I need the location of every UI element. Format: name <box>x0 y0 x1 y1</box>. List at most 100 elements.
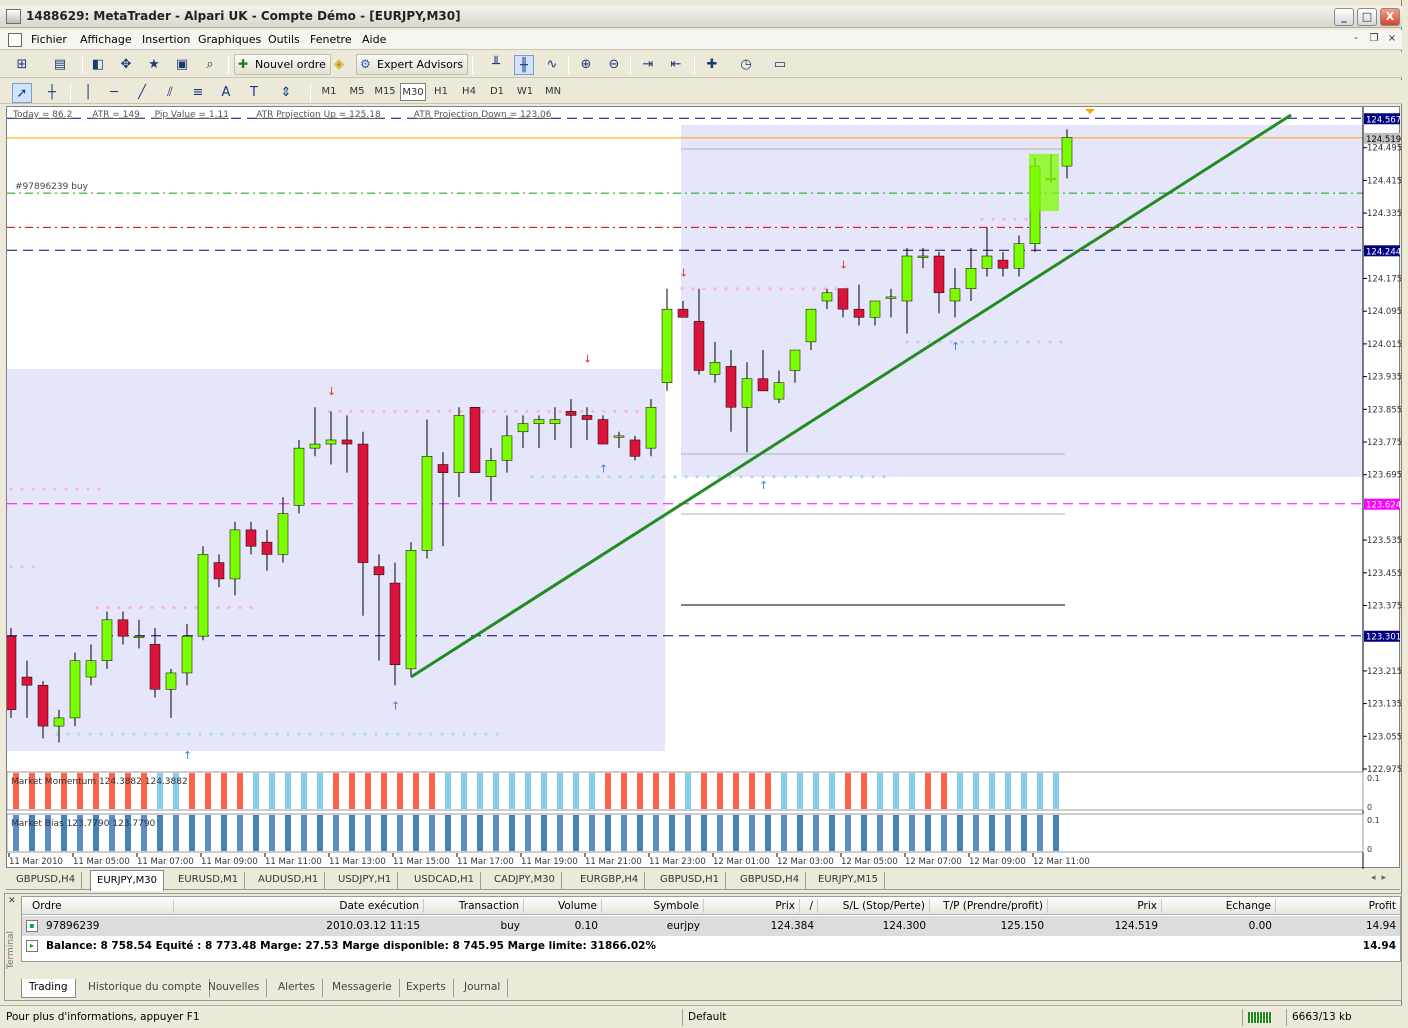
chart-shift-marker-icon <box>1085 109 1095 114</box>
line-chart-icon[interactable]: ∿ <box>542 55 562 75</box>
session-zone <box>7 369 665 751</box>
menu-outils[interactable]: Outils <box>268 33 300 46</box>
maximize-button[interactable]: □ <box>1357 8 1377 26</box>
chart-window[interactable]: ↓ ↓ ↓ ↓ ↑ ↑ ↑ ↑ ↑ Today = 86.2 ATR = 149 Pip Value … <box>6 106 1401 869</box>
column-transaction[interactable]: Transaction <box>424 899 524 913</box>
equidistant-channel-icon[interactable]: ⫽ <box>160 83 180 103</box>
menu-fichier[interactable]: Fichier <box>31 33 67 46</box>
chart-tab[interactable]: CADJPY,M30 <box>488 872 562 890</box>
chart-tab-active[interactable]: EURJPY,M30 <box>90 870 164 891</box>
expert-advisors-button[interactable]: ⚙ Expert Advisors <box>356 54 469 75</box>
column-profit[interactable]: Profit <box>1276 899 1400 913</box>
text-icon[interactable]: A <box>216 83 236 103</box>
horizontal-line-icon[interactable]: ─ <box>104 83 124 103</box>
column-ordre[interactable]: Ordre <box>28 899 174 913</box>
indicators-icon[interactable]: ✚ <box>702 55 722 75</box>
order-row[interactable]: ▪ 97896239 2010.03.12 11:15 buy 0.10 eur… <box>22 916 1400 936</box>
timeframe-m15[interactable]: M15 <box>372 83 398 101</box>
tab-alertes[interactable]: Alertes <box>271 979 323 997</box>
vertical-line-icon[interactable]: │ <box>78 83 98 103</box>
bar-chart-icon[interactable]: ╨ <box>486 55 506 75</box>
market-watch-icon[interactable]: ◧ <box>88 55 108 75</box>
column-date[interactable]: Date exécution <box>174 899 424 913</box>
candle-body <box>133 635 145 638</box>
price-box-label: 123.624 <box>1366 501 1401 511</box>
chart-tab[interactable]: GBPUSD,H4 <box>734 872 807 890</box>
column-separator: / <box>800 899 818 913</box>
column-symbole[interactable]: Symbole <box>602 899 704 913</box>
trendline-icon[interactable]: ╱ <box>132 83 152 103</box>
mdi-close-button[interactable]: × <box>1384 32 1400 47</box>
periods-icon[interactable]: ◷ <box>736 55 756 75</box>
status-profile[interactable]: Default <box>688 1010 726 1024</box>
column-volume[interactable]: Volume <box>524 899 602 913</box>
menu-aide[interactable]: Aide <box>362 33 386 46</box>
indicator-dot <box>220 732 224 736</box>
text-label-icon[interactable]: T <box>244 83 264 103</box>
column-echange[interactable]: Echange <box>1162 899 1276 913</box>
indicator-bar <box>765 773 771 809</box>
cursor-icon[interactable]: ➚ <box>12 83 32 103</box>
tab-experts[interactable]: Experts <box>399 979 454 997</box>
minimize-button[interactable]: _ <box>1334 8 1354 26</box>
new-order-button[interactable]: ✚ Nouvel ordre <box>234 54 331 75</box>
crosshair-icon[interactable]: ┼ <box>42 83 62 103</box>
timeframe-h1[interactable]: H1 <box>428 83 454 101</box>
timeframe-m1[interactable]: M1 <box>316 83 342 101</box>
chart-tab[interactable]: EURUSD,M1 <box>172 872 246 890</box>
tab-trading[interactable]: Trading <box>21 979 76 998</box>
favorites-icon[interactable]: ★ <box>144 55 164 75</box>
tab-historique[interactable]: Historique du compte <box>81 979 210 997</box>
menu-graphiques[interactable]: Graphiques <box>198 33 261 46</box>
zoom-out-icon[interactable]: ⊖ <box>604 55 624 75</box>
column-tp[interactable]: T/P (Prendre/profit) <box>930 899 1048 913</box>
timeframe-d1[interactable]: D1 <box>484 83 510 101</box>
timeframe-mn[interactable]: MN <box>540 83 566 101</box>
timeframe-w1[interactable]: W1 <box>512 83 538 101</box>
candlestick-chart-icon[interactable]: ╫ <box>514 55 534 75</box>
indicator-bar <box>477 815 483 851</box>
menu-fenetre[interactable]: Fenetre <box>310 33 352 46</box>
indicator-dot <box>662 475 666 479</box>
mdi-minimize-button[interactable]: - <box>1348 32 1364 47</box>
chart-shift-icon[interactable]: ⇤ <box>666 55 686 75</box>
chart-tab[interactable]: AUDUSD,H1 <box>252 872 326 890</box>
chart-tab[interactable]: GBPUSD,H4 <box>10 872 83 890</box>
indicator-dot <box>462 732 466 736</box>
tab-nouvelles[interactable]: Nouvelles <box>201 979 268 997</box>
metaeditor-icon[interactable]: ◈ <box>329 55 349 75</box>
price-chart[interactable]: ↓ ↓ ↓ ↓ ↑ ↑ ↑ ↑ ↑ Today = 86.2 ATR = 149 Pip Value … <box>7 107 1401 869</box>
autoscroll-icon[interactable]: ⇥ <box>638 55 658 75</box>
fibonacci-icon[interactable]: ≡ <box>188 83 208 103</box>
chart-tab[interactable]: GBPUSD,H1 <box>654 872 727 890</box>
templates-icon[interactable]: ▭ <box>770 55 790 75</box>
profiles-icon[interactable]: ▤ <box>50 55 70 75</box>
tab-journal[interactable]: Journal <box>457 979 509 997</box>
indicator-dot <box>75 487 79 491</box>
indicator-bar <box>1037 773 1043 809</box>
menu-affichage[interactable]: Affichage <box>80 33 132 46</box>
navigator-icon[interactable]: ✥ <box>116 55 136 75</box>
timeframe-h4[interactable]: H4 <box>456 83 482 101</box>
timeframe-m5[interactable]: M5 <box>344 83 370 101</box>
column-prix-current[interactable]: Prix <box>1048 899 1162 913</box>
chart-tab[interactable]: EURGBP,H4 <box>574 872 646 890</box>
menu-insertion[interactable]: Insertion <box>142 33 190 46</box>
column-sl[interactable]: S/L (Stop/Perte) <box>818 899 930 913</box>
document-icon[interactable] <box>8 33 22 47</box>
tab-scroll-arrows[interactable]: ◂▸ <box>1371 873 1392 883</box>
new-chart-icon[interactable]: ⊞ <box>12 55 32 75</box>
strategy-tester-icon[interactable]: ⌕ <box>200 55 220 75</box>
timeframe-m30[interactable]: M30 <box>400 83 426 101</box>
arrows-icon[interactable]: ⇕ <box>276 83 296 103</box>
indicator-bar <box>989 773 995 809</box>
zoom-in-icon[interactable]: ⊕ <box>576 55 596 75</box>
chart-tab[interactable]: USDJPY,H1 <box>332 872 399 890</box>
tab-messagerie[interactable]: Messagerie <box>325 979 400 997</box>
terminal-window-icon[interactable]: ▣ <box>172 55 192 75</box>
column-prix[interactable]: Prix <box>704 899 800 913</box>
close-button[interactable]: X <box>1380 8 1400 26</box>
chart-tab[interactable]: EURJPY,M15 <box>812 872 885 890</box>
mdi-restore-button[interactable]: ❐ <box>1366 32 1382 47</box>
chart-tab[interactable]: USDCAD,H1 <box>408 872 481 890</box>
